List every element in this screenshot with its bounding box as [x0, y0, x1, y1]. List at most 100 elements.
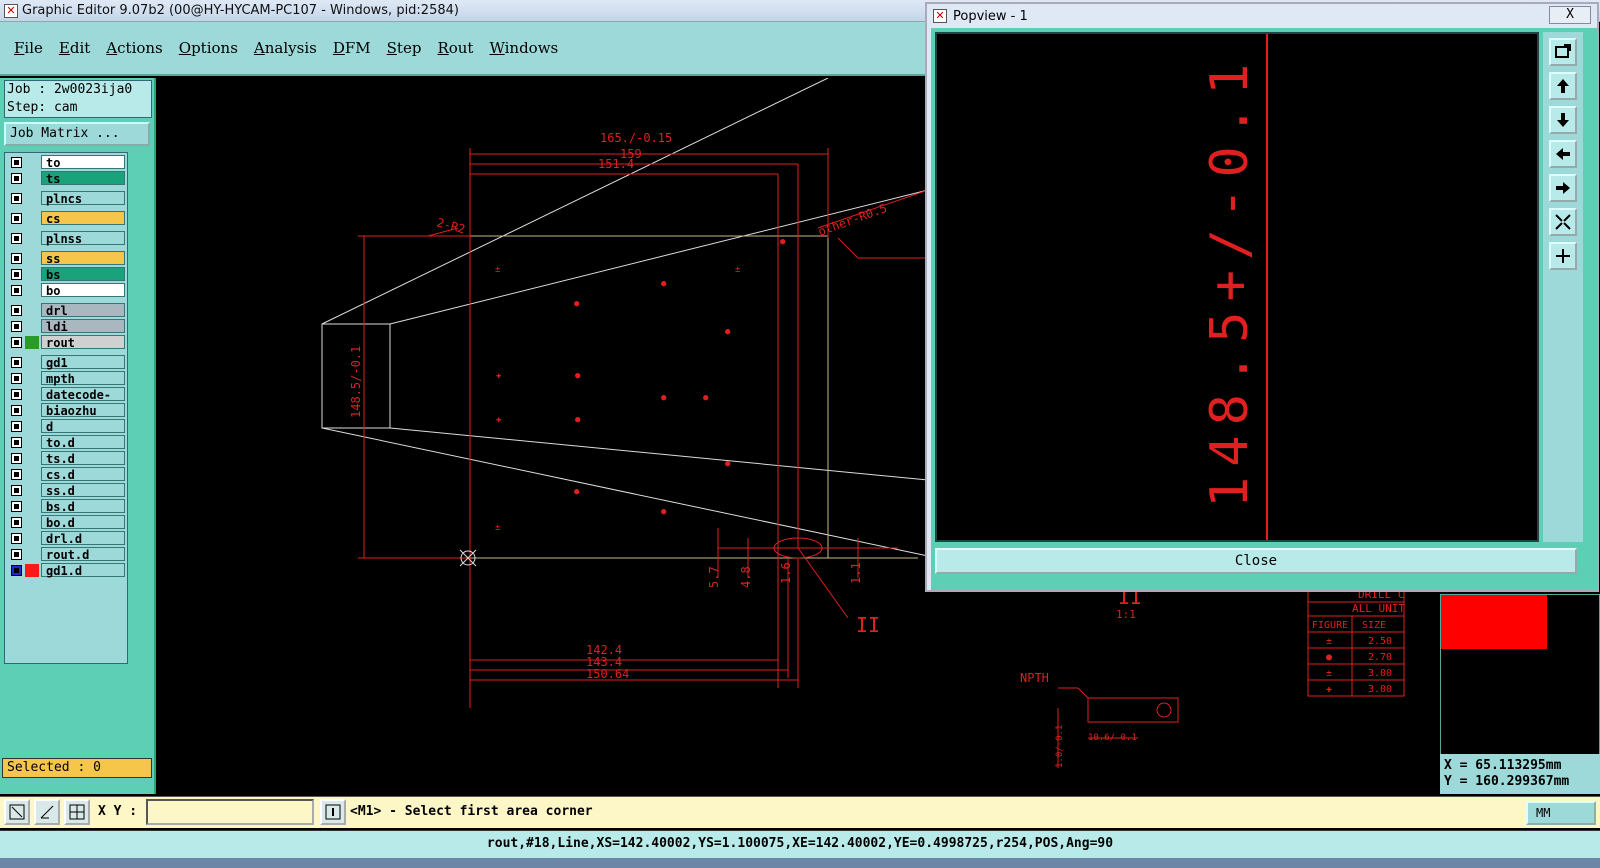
- menu-edit[interactable]: Edit: [59, 39, 90, 57]
- layer-name[interactable]: to: [41, 155, 125, 170]
- layer-checkbox[interactable]: [11, 253, 22, 264]
- layer-row[interactable]: to.d: [5, 435, 129, 450]
- measure-tool-icon[interactable]: [34, 799, 60, 825]
- layer-row[interactable]: to: [5, 155, 129, 170]
- menu-file[interactable]: File: [14, 39, 43, 57]
- layer-row[interactable]: rout.d: [5, 547, 129, 562]
- layer-row[interactable]: d: [5, 419, 129, 434]
- layer-name[interactable]: bo.d: [41, 515, 125, 530]
- layer-name[interactable]: ldi: [41, 319, 125, 334]
- layer-checkbox[interactable]: [11, 193, 22, 204]
- menu-rout[interactable]: Rout: [437, 39, 473, 57]
- layer-row[interactable]: ss: [5, 251, 129, 266]
- layer-name[interactable]: cs: [41, 211, 125, 226]
- layer-checkbox[interactable]: [11, 389, 22, 400]
- layer-name[interactable]: ss: [41, 251, 125, 266]
- layer-row[interactable]: ts.d: [5, 451, 129, 466]
- job-matrix-button[interactable]: Job Matrix ...: [4, 122, 150, 146]
- popview-canvas[interactable]: 148.5+/-0.1: [935, 32, 1539, 542]
- unit-select[interactable]: MM: [1526, 801, 1596, 825]
- layer-name[interactable]: ts.d: [41, 451, 125, 466]
- layer-checkbox[interactable]: [11, 469, 22, 480]
- layer-row[interactable]: bs: [5, 267, 129, 282]
- layer-checkbox[interactable]: [11, 305, 22, 316]
- layer-checkbox[interactable]: [11, 321, 22, 332]
- layer-name[interactable]: biaozhu: [41, 403, 125, 418]
- popview-close-icon[interactable]: X: [1549, 6, 1591, 24]
- layer-name[interactable]: bs: [41, 267, 125, 282]
- select-tool-icon[interactable]: [4, 799, 30, 825]
- layer-checkbox[interactable]: [11, 157, 22, 168]
- layer-row[interactable]: ldi: [5, 319, 129, 334]
- menu-step[interactable]: Step: [387, 39, 422, 57]
- layer-row[interactable]: mpth: [5, 371, 129, 386]
- layer-row[interactable]: plncs: [5, 191, 129, 206]
- layer-checkbox[interactable]: [11, 233, 22, 244]
- layer-name[interactable]: plncs: [41, 191, 125, 206]
- layer-row[interactable]: rout: [5, 335, 129, 350]
- layer-checkbox[interactable]: [11, 337, 22, 348]
- layer-name[interactable]: to.d: [41, 435, 125, 450]
- layer-name[interactable]: mpth: [41, 371, 125, 386]
- menu-options[interactable]: Options: [179, 39, 238, 57]
- layer-name[interactable]: ts: [41, 171, 125, 186]
- pan-up-icon[interactable]: [1549, 72, 1577, 100]
- layer-row[interactable]: plnss: [5, 231, 129, 246]
- layer-row[interactable]: gd1: [5, 355, 129, 370]
- layer-row[interactable]: biaozhu: [5, 403, 129, 418]
- layer-checkbox[interactable]: [11, 421, 22, 432]
- layer-checkbox[interactable]: [11, 269, 22, 280]
- layer-row[interactable]: datecode-to: [5, 387, 129, 416]
- layer-row[interactable]: ss.d: [5, 483, 129, 498]
- layer-checkbox[interactable]: [11, 565, 22, 576]
- layer-name[interactable]: datecode-to: [41, 387, 125, 416]
- layer-row[interactable]: cs.d: [5, 467, 129, 482]
- xy-input[interactable]: [146, 799, 314, 825]
- layer-name[interactable]: gd1.d: [41, 563, 125, 578]
- layer-name[interactable]: cs.d: [41, 467, 125, 482]
- layer-row[interactable]: ts: [5, 171, 129, 186]
- layer-name[interactable]: drl: [41, 303, 125, 318]
- layer-name[interactable]: bo: [41, 283, 125, 298]
- layer-name[interactable]: drl.d: [41, 531, 125, 546]
- grid-tool-icon[interactable]: [64, 799, 90, 825]
- layer-name[interactable]: d: [41, 419, 125, 434]
- layer-name[interactable]: ss.d: [41, 483, 125, 498]
- layer-checkbox[interactable]: [11, 405, 22, 416]
- layer-row[interactable]: gd1.d: [5, 563, 129, 578]
- zoom-icon[interactable]: [1549, 38, 1577, 66]
- layer-row[interactable]: bs.d: [5, 499, 129, 514]
- layer-checkbox[interactable]: [11, 173, 22, 184]
- layer-checkbox[interactable]: [11, 453, 22, 464]
- menu-windows[interactable]: Windows: [489, 39, 558, 57]
- layer-row[interactable]: drl: [5, 303, 129, 318]
- layer-checkbox[interactable]: [11, 501, 22, 512]
- layer-checkbox[interactable]: [11, 285, 22, 296]
- menu-actions[interactable]: Actions: [106, 39, 162, 57]
- pan-left-icon[interactable]: [1549, 140, 1577, 168]
- layer-name[interactable]: gd1: [41, 355, 125, 370]
- layer-checkbox[interactable]: [11, 549, 22, 560]
- layer-checkbox[interactable]: [11, 517, 22, 528]
- zoom-in-icon[interactable]: [1549, 208, 1577, 236]
- popview-close-button[interactable]: Close: [935, 548, 1577, 574]
- pan-right-icon[interactable]: [1549, 174, 1577, 202]
- pan-down-icon[interactable]: [1549, 106, 1577, 134]
- layer-checkbox[interactable]: [11, 373, 22, 384]
- layer-name[interactable]: rout.d: [41, 547, 125, 562]
- layer-row[interactable]: drl.d: [5, 531, 129, 546]
- zoom-out-icon[interactable]: [1549, 242, 1577, 270]
- layer-checkbox[interactable]: [11, 485, 22, 496]
- layer-name[interactable]: plnss: [41, 231, 125, 246]
- layer-checkbox[interactable]: [11, 213, 22, 224]
- layer-name[interactable]: bs.d: [41, 499, 125, 514]
- layer-row[interactable]: bo: [5, 283, 129, 298]
- layer-row[interactable]: bo.d: [5, 515, 129, 530]
- menu-analysis[interactable]: Analysis: [254, 39, 317, 57]
- layer-checkbox[interactable]: [11, 533, 22, 544]
- layer-checkbox[interactable]: [11, 437, 22, 448]
- layer-name[interactable]: rout: [41, 335, 125, 350]
- info-icon[interactable]: [320, 799, 346, 825]
- menu-dfm[interactable]: DFM: [333, 39, 371, 57]
- layer-checkbox[interactable]: [11, 357, 22, 368]
